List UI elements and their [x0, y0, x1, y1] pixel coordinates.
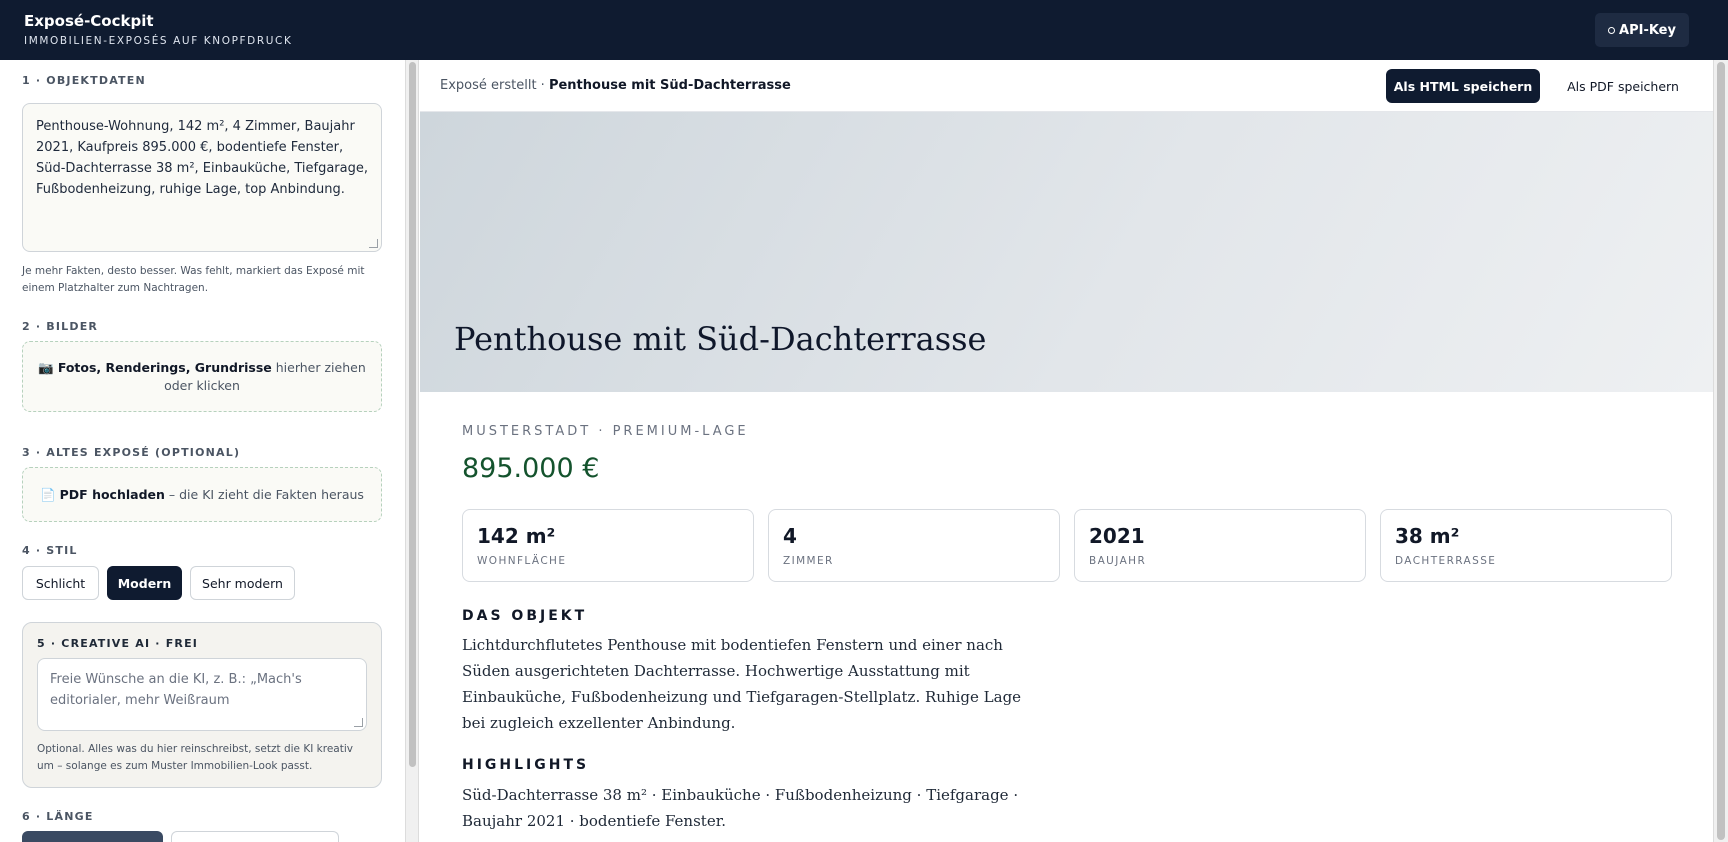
fact-value: 142 m²: [477, 524, 556, 548]
creative-ai-hint: Optional. Alles was du hier reinschreibs…: [37, 743, 353, 772]
hero-image: Penthouse mit Süd-Dachterrasse: [420, 111, 1713, 392]
objektdaten-input[interactable]: Penthouse-Wohnung, 142 m², 4 Zimmer, Bau…: [22, 103, 382, 252]
image-dropzone[interactable]: 📷 Fotos, Renderings, Grundrisse hierher …: [22, 341, 382, 412]
save-pdf-button[interactable]: Als PDF speichern: [1552, 69, 1694, 103]
section-creative-ai-label: 5 · CREATIVE AI · FREI: [37, 637, 199, 650]
resize-handle-icon[interactable]: [354, 718, 363, 727]
highlights-heading: HIGHLIGHTS: [462, 757, 590, 773]
section-altes-expose-label: 3 · ALTES EXPOSÉ (OPTIONAL): [22, 446, 241, 459]
document-icon: 📄: [40, 486, 56, 502]
settings-panel: 1 · OBJEKTDATEN Penthouse-Wohnung, 142 m…: [0, 60, 405, 842]
hero-title: Penthouse mit Süd-Dachterrasse: [454, 320, 987, 358]
object-heading: DAS OBJEKT: [462, 608, 588, 624]
fact-value: 4: [783, 524, 797, 548]
fact-card-zimmer: 4 ZIMMER: [768, 509, 1060, 582]
api-key-label: API-Key: [1619, 22, 1676, 38]
expose-preview: Exposé erstellt · Penthouse mit Süd-Dach…: [420, 60, 1713, 842]
style-option-modern[interactable]: Modern: [107, 566, 182, 600]
location-kicker: MUSTERSTADT · PREMIUM-LAGE: [462, 424, 749, 439]
section-laenge-label: 6 · LÄNGE: [22, 810, 94, 823]
fact-card-baujahr: 2021 BAUJAHR: [1074, 509, 1366, 582]
app-subtitle: IMMOBILIEN-EXPOSÉS AUF KNOPFDRUCK: [24, 35, 293, 47]
fact-card-dachterrasse: 38 m² DACHTERRASSE: [1380, 509, 1672, 582]
section-objektdaten-label: 1 · OBJEKTDATEN: [22, 74, 146, 87]
fact-value: 38 m²: [1395, 524, 1460, 548]
section-bilder-label: 2 · BILDER: [22, 320, 99, 333]
price: 895.000 €: [462, 453, 600, 484]
preview-scrollbar[interactable]: [1713, 60, 1728, 842]
style-option-sehr-modern[interactable]: Sehr modern: [190, 566, 295, 600]
pdf-dropzone[interactable]: 📄 PDF hochladen – die KI zieht die Fakte…: [22, 467, 382, 522]
pdf-dropzone-text: – die KI zieht die Fakten heraus: [164, 486, 364, 502]
fact-label: WOHNFLÄCHE: [477, 555, 567, 567]
section-stil-label: 4 · STIL: [22, 544, 78, 557]
objektdaten-value: Penthouse-Wohnung, 142 m², 4 Zimmer, Bau…: [36, 119, 368, 197]
app-title: Exposé-Cockpit: [24, 12, 154, 30]
api-key-button[interactable]: API-Key: [1595, 13, 1689, 47]
top-bar: Exposé-Cockpit IMMOBILIEN-EXPOSÉS AUF KN…: [0, 0, 1728, 60]
save-html-button[interactable]: Als HTML speichern: [1386, 69, 1540, 103]
breadcrumb-title: Penthouse mit Süd-Dachterrasse: [548, 78, 791, 93]
highlights-text: Süd-Dachterrasse 38 m² · Einbauküche · F…: [462, 786, 1019, 830]
breadcrumb: Exposé erstellt · Penthouse mit Süd-Dach…: [440, 78, 791, 93]
object-description: Lichtdurchflutetes Penthouse mit bodenti…: [462, 636, 1022, 732]
length-option-selected[interactable]: [22, 831, 163, 842]
fact-label: ZIMMER: [783, 555, 834, 567]
creative-ai-placeholder: Freie Wünsche an die KI, z. B.: „Mach's …: [50, 672, 302, 708]
settings-scrollbar-thumb[interactable]: [409, 62, 416, 767]
style-option-schlicht[interactable]: Schlicht: [22, 566, 99, 600]
settings-scrollbar[interactable]: [405, 60, 419, 842]
pdf-dropzone-strong: PDF hochladen: [59, 486, 165, 502]
fact-label: DACHTERRASSE: [1395, 555, 1497, 567]
breadcrumb-prefix: Exposé erstellt ·: [440, 78, 549, 93]
gear-icon: [1608, 26, 1616, 34]
objektdaten-hint: Je mehr Fakten, desto besser. Was fehlt,…: [22, 265, 365, 294]
creative-ai-input[interactable]: Freie Wünsche an die KI, z. B.: „Mach's …: [37, 658, 367, 731]
camera-icon: 📷: [38, 359, 54, 375]
preview-scrollbar-thumb[interactable]: [1717, 62, 1725, 840]
image-dropzone-strong: Fotos, Renderings, Grundrisse: [57, 359, 272, 375]
length-option[interactable]: [171, 831, 339, 842]
resize-handle-icon[interactable]: [369, 239, 378, 248]
fact-label: BAUJAHR: [1089, 555, 1147, 567]
fact-value: 2021: [1089, 524, 1145, 548]
fact-card-wohnflaeche: 142 m² WOHNFLÄCHE: [462, 509, 754, 582]
creative-ai-card: 5 · CREATIVE AI · FREI Freie Wünsche an …: [22, 622, 382, 788]
